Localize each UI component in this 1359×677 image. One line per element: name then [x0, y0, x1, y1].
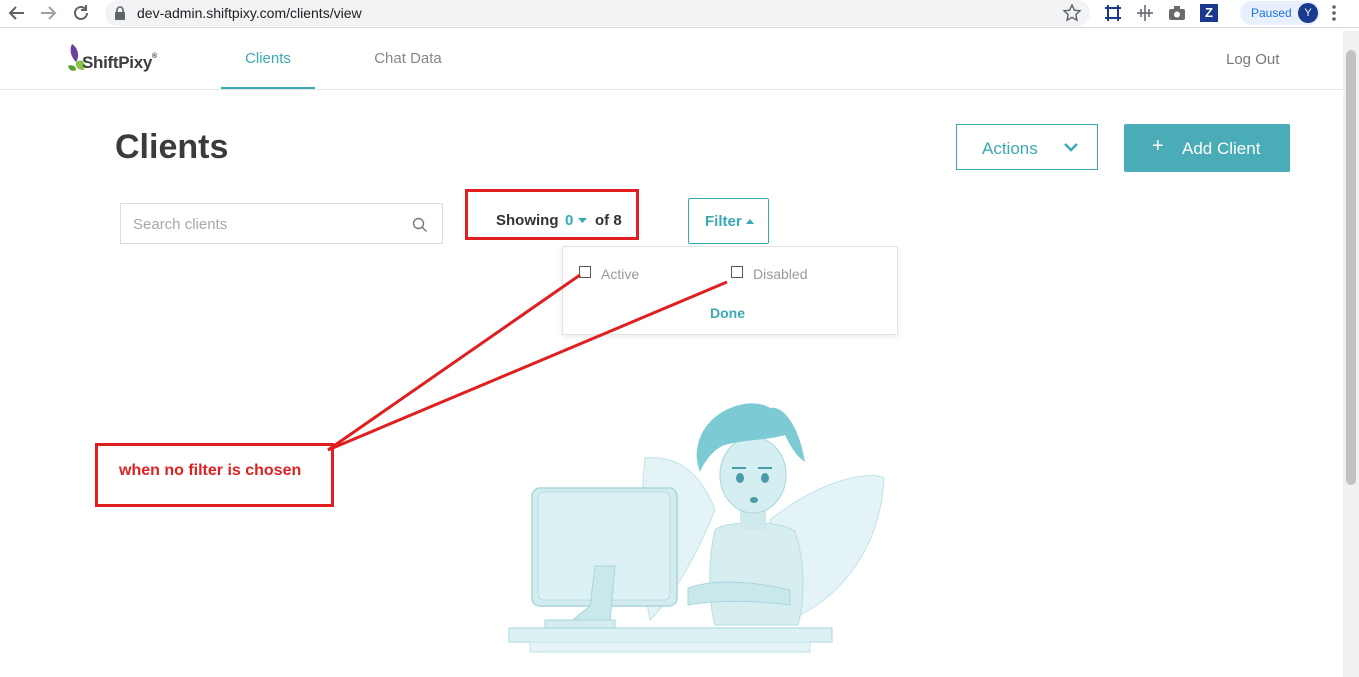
search-box[interactable]	[120, 203, 443, 244]
scrollbar-thumb[interactable]	[1346, 50, 1356, 485]
empty-state-illustration	[508, 403, 885, 653]
active-checkbox[interactable]	[579, 266, 591, 278]
search-input[interactable]	[131, 213, 405, 235]
url-text: dev-admin.shiftpixy.com/clients/view	[137, 5, 362, 21]
bookmark-star-icon[interactable]	[1062, 3, 1082, 23]
browser-toolbar: dev-admin.shiftpixy.com/clients/view Z P…	[0, 0, 1359, 28]
move-extension-icon[interactable]	[1136, 4, 1154, 22]
back-arrow-icon[interactable]	[6, 2, 28, 24]
camera-extension-icon[interactable]	[1168, 4, 1186, 22]
forward-arrow-icon[interactable]	[37, 2, 59, 24]
done-button[interactable]: Done	[710, 305, 745, 321]
shiftpixy-logo[interactable]: ShiftPixy®	[66, 40, 166, 78]
app-header: ShiftPixy® Clients Chat Data Log Out	[0, 31, 1343, 90]
disabled-checkbox[interactable]	[731, 266, 743, 278]
profile-status: Paused	[1251, 6, 1292, 20]
logo-text: ShiftPixy®	[82, 53, 157, 72]
active-option-label[interactable]: Active	[601, 266, 639, 282]
reload-icon[interactable]	[70, 2, 92, 24]
page-title: Clients	[115, 128, 229, 166]
add-client-button[interactable]: + Add Client	[1124, 124, 1290, 172]
filter-label: Filter	[705, 213, 742, 230]
disabled-option-label[interactable]: Disabled	[753, 266, 807, 282]
z-extension-icon[interactable]: Z	[1200, 4, 1218, 22]
filter-button[interactable]: Filter	[688, 198, 769, 244]
caret-up-icon	[746, 219, 754, 224]
search-icon[interactable]	[412, 217, 428, 233]
profile-button[interactable]: Paused Y	[1240, 1, 1320, 25]
tab-clients[interactable]: Clients	[221, 31, 315, 89]
actions-button[interactable]: Actions	[956, 124, 1098, 170]
avatar: Y	[1298, 3, 1318, 23]
annotation-box-showing	[465, 189, 639, 240]
lock-icon	[115, 6, 125, 20]
address-bar[interactable]: dev-admin.shiftpixy.com/clients/view	[105, 0, 1090, 26]
chevron-down-icon	[1064, 143, 1078, 152]
logout-link[interactable]: Log Out	[1226, 51, 1279, 68]
annotation-text: when no filter is chosen	[119, 462, 302, 479]
filter-dropdown: Active Disabled Done	[562, 246, 898, 335]
tab-chat-data[interactable]: Chat Data	[358, 31, 458, 89]
add-client-label: Add Client	[1182, 139, 1261, 158]
actions-label: Actions	[982, 139, 1038, 158]
more-menu-icon[interactable]	[1331, 4, 1337, 22]
plus-icon: +	[1152, 135, 1164, 157]
crop-extension-icon[interactable]	[1104, 4, 1122, 22]
